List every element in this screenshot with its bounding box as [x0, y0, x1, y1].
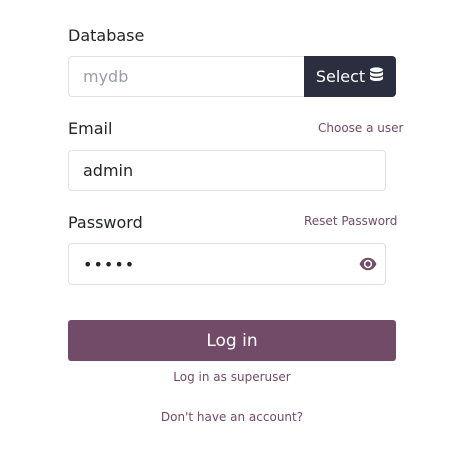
email-label: Email	[68, 119, 113, 138]
eye-icon[interactable]	[358, 254, 378, 274]
database-icon	[369, 66, 384, 87]
superuser-login-link[interactable]: Log in as superuser	[68, 370, 396, 384]
select-button-label: Select	[315, 67, 366, 86]
password-label: Password	[68, 213, 143, 232]
login-button[interactable]: Log in	[68, 320, 396, 361]
database-input[interactable]	[68, 56, 306, 97]
select-database-button[interactable]: Select	[304, 56, 396, 97]
database-label: Database	[68, 26, 145, 45]
choose-user-link[interactable]: Choose a user	[318, 120, 403, 136]
email-field[interactable]	[68, 150, 386, 191]
signup-link[interactable]: Don't have an account?	[68, 410, 396, 424]
password-field[interactable]	[68, 243, 386, 285]
reset-password-link[interactable]: Reset Password	[304, 213, 397, 229]
